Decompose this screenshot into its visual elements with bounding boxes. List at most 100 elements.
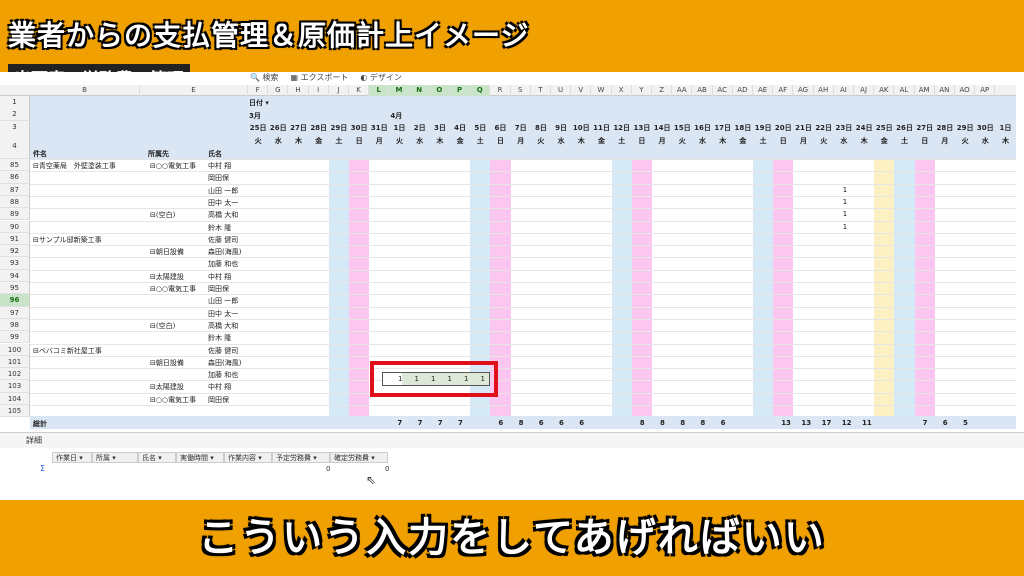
detail-column-header[interactable]: 所属 ▾ <box>92 452 138 463</box>
row-number[interactable]: 94 <box>0 269 30 282</box>
company-name[interactable]: ⊟○○電気工事 <box>150 161 196 171</box>
detail-column-header[interactable]: 氏名 ▾ <box>138 452 176 463</box>
detail-column-header[interactable]: 予定労務費 ▾ <box>272 452 330 463</box>
row-number[interactable]: 1 <box>0 96 30 109</box>
column-header[interactable]: F <box>248 85 269 96</box>
column-header[interactable]: J <box>329 85 349 96</box>
row-number[interactable]: 101 <box>0 355 30 369</box>
column-header[interactable]: AF <box>773 85 794 96</box>
column-header[interactable]: AD <box>733 85 753 96</box>
column-header[interactable]: AN <box>935 85 955 96</box>
row-number[interactable]: 95 <box>0 282 30 295</box>
row-number[interactable]: 100 <box>0 343 30 356</box>
column-header[interactable]: X <box>612 85 632 96</box>
column-header[interactable]: M <box>389 85 410 96</box>
column-header[interactable]: AP <box>975 85 996 96</box>
column-header[interactable]: H <box>288 85 309 96</box>
row-number[interactable]: 93 <box>0 257 30 270</box>
input-value[interactable]: 1 <box>398 375 402 383</box>
column-header[interactable]: AB <box>692 85 713 96</box>
row-number[interactable]: 97 <box>0 306 30 319</box>
labor-value[interactable]: 1 <box>843 223 847 231</box>
column-header[interactable]: AI <box>834 85 854 96</box>
company-name[interactable]: ⊟太陽建設 <box>150 382 184 392</box>
company-name[interactable]: ⊟朝日設備 <box>150 358 184 368</box>
detail-column-header[interactable]: 確定労務費 ▾ <box>330 452 388 463</box>
column-header[interactable]: Q <box>470 85 491 96</box>
column-header[interactable]: AO <box>955 85 976 96</box>
detail-column-header[interactable]: 実働時間 ▾ <box>176 452 224 463</box>
column-header[interactable]: P <box>450 85 471 96</box>
row-number[interactable]: 87 <box>0 183 30 196</box>
company-name[interactable]: ⊟朝日設備 <box>150 247 184 257</box>
company-name[interactable]: ⊟(空白) <box>150 321 175 331</box>
column-header[interactable]: Y <box>632 85 652 96</box>
labor-value[interactable]: 1 <box>843 198 847 206</box>
column-header[interactable]: I <box>309 85 329 96</box>
column-header[interactable]: AK <box>874 85 895 96</box>
column-header[interactable]: AH <box>814 85 834 96</box>
search-button[interactable]: 🔍 検索 <box>250 72 279 84</box>
input-value[interactable]: 1 <box>448 375 452 383</box>
row-number[interactable]: 105 <box>0 405 30 418</box>
date-filter-label[interactable]: 日付 ▾ <box>249 98 269 108</box>
column-header[interactable]: W <box>591 85 612 96</box>
project-name[interactable]: ⊟サンプル邸新築工事 <box>33 235 102 245</box>
column-header[interactable]: AE <box>753 85 774 96</box>
column-header[interactable]: B <box>30 85 140 96</box>
column-header[interactable]: AM <box>915 85 935 96</box>
row-number[interactable]: 4 <box>0 133 30 159</box>
column-header[interactable]: G <box>268 85 289 96</box>
row-number[interactable]: 92 <box>0 245 30 258</box>
row-number[interactable]: 86 <box>0 171 30 184</box>
design-button[interactable]: ◐ デザイン <box>360 72 402 84</box>
header-person[interactable]: 氏名 <box>208 149 222 159</box>
row-number[interactable]: 90 <box>0 220 30 233</box>
input-value[interactable]: 1 <box>481 375 485 383</box>
company-name[interactable]: ⊟○○電気工事 <box>150 284 196 294</box>
detail-column-header[interactable]: 作業内容 ▾ <box>224 452 272 463</box>
row-number[interactable]: 89 <box>0 208 30 221</box>
column-header[interactable]: K <box>349 85 370 96</box>
column-header[interactable]: AA <box>672 85 693 96</box>
row-number[interactable]: 91 <box>0 232 30 246</box>
company-name[interactable]: ⊟太陽建設 <box>150 272 184 282</box>
row-number[interactable]: 102 <box>0 368 30 381</box>
row-number[interactable]: 3 <box>0 121 30 134</box>
project-name[interactable]: ⊟ベバコミ新社屋工事 <box>33 346 102 356</box>
row-number[interactable]: 2 <box>0 108 30 121</box>
header-project[interactable]: 件名 <box>33 149 47 159</box>
row-number[interactable]: 98 <box>0 318 30 332</box>
labor-value[interactable]: 1 <box>843 186 847 194</box>
column-header[interactable]: AJ <box>854 85 875 96</box>
column-header[interactable]: O <box>429 85 450 96</box>
labor-value[interactable]: 1 <box>843 210 847 218</box>
column-header[interactable]: AG <box>793 85 814 96</box>
column-header[interactable]: T <box>531 85 551 96</box>
project-name[interactable]: ⊟青空薬局 外壁塗装工事 <box>33 161 116 171</box>
row-number[interactable]: 103 <box>0 380 30 393</box>
detail-column-header[interactable]: 作業日 ▾ <box>52 452 92 463</box>
row-number[interactable]: 88 <box>0 195 30 209</box>
column-header[interactable]: E <box>140 85 248 96</box>
input-value[interactable]: 1 <box>415 375 419 383</box>
row-number[interactable]: 96 <box>0 294 30 307</box>
company-name[interactable]: ⊟○○電気工事 <box>150 395 196 405</box>
column-header[interactable]: N <box>409 85 430 96</box>
detail-tab[interactable]: 詳細 <box>0 432 1024 448</box>
header-company[interactable]: 所属先 <box>148 149 169 159</box>
column-header[interactable]: R <box>490 85 511 96</box>
row-number[interactable]: 104 <box>0 392 30 405</box>
input-value[interactable]: 1 <box>431 375 435 383</box>
column-header[interactable]: U <box>551 85 572 96</box>
column-header[interactable]: V <box>571 85 592 96</box>
column-header[interactable]: S <box>511 85 531 96</box>
column-header[interactable]: AL <box>894 85 915 96</box>
column-header[interactable]: AC <box>713 85 733 96</box>
column-header[interactable]: L <box>369 85 390 96</box>
row-number[interactable]: 85 <box>0 159 30 172</box>
row-number[interactable]: 99 <box>0 331 30 344</box>
column-header[interactable]: Z <box>652 85 673 96</box>
input-value[interactable]: 1 <box>464 375 468 383</box>
company-name[interactable]: ⊟(空白) <box>150 210 175 220</box>
